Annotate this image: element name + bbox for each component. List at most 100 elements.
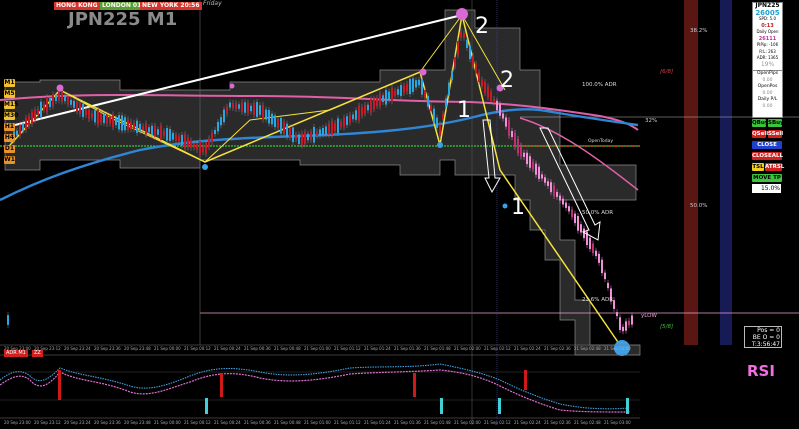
candle [181, 134, 183, 146]
candle [538, 166, 540, 179]
candle [358, 105, 360, 121]
candle [316, 131, 318, 136]
candle [622, 326, 624, 332]
candle [19, 124, 21, 136]
candle [160, 125, 162, 141]
candle [73, 100, 75, 108]
candle [307, 133, 309, 141]
time-axis-label: 20 Sep 23:36 [94, 346, 121, 351]
candle [625, 321, 627, 331]
candle [391, 87, 393, 102]
time-axis-label: 20 Sep 23:00 [4, 346, 31, 351]
candle [31, 111, 33, 125]
swing-low-marker-small-3 [502, 203, 508, 209]
candle [229, 102, 231, 108]
time-axis-label: 21 Sep 01:24 [364, 346, 391, 351]
candle [346, 116, 348, 126]
tf-h1[interactable]: H1 [4, 123, 15, 131]
candle [436, 117, 438, 128]
lot-size-field[interactable]: 15.0% [752, 184, 781, 193]
candle [406, 83, 408, 92]
tf-d1[interactable]: D1 [4, 145, 15, 153]
candle [322, 127, 324, 135]
candle [433, 108, 435, 123]
atrsl-button[interactable]: ATRSL [765, 163, 784, 171]
time-axis-label: 20 Sep 23:48 [124, 420, 151, 425]
candle [193, 142, 195, 148]
candle [256, 102, 258, 117]
candle [61, 91, 63, 102]
candle [211, 132, 213, 143]
sbuy-button[interactable]: SBuy [768, 119, 784, 127]
time-axis-label: 21 Sep 00:48 [274, 346, 301, 351]
candle [424, 89, 426, 99]
candle [628, 320, 630, 326]
candle [397, 89, 399, 95]
candle [460, 31, 462, 39]
swing-high-marker-small [419, 68, 427, 76]
move-tp-button[interactable]: MOVE TP [752, 174, 782, 182]
candle [439, 124, 441, 136]
tf-m5[interactable]: M5 [4, 90, 15, 98]
candle [118, 115, 120, 130]
candle [328, 123, 330, 135]
candle [289, 127, 291, 138]
tf-m30[interactable]: M30 [4, 112, 18, 120]
candle [370, 98, 372, 113]
tf-w1[interactable]: W1 [4, 156, 15, 164]
candle [361, 106, 363, 116]
candle [469, 45, 471, 60]
tf-m15[interactable]: M15 [4, 101, 18, 109]
candle [169, 129, 171, 141]
candle [343, 117, 345, 128]
tf-m1[interactable]: M1 [4, 79, 15, 87]
candle [262, 104, 264, 120]
support-zone [720, 0, 732, 345]
qbuy-button[interactable]: QBuy [752, 119, 768, 127]
price-chart [0, 0, 799, 425]
candle [559, 195, 561, 201]
candle [523, 152, 525, 157]
candle [265, 109, 267, 120]
candle [616, 312, 618, 317]
closeall-button[interactable]: CLOSEALL [752, 152, 783, 160]
time-axis-label: 21 Sep 02:36 [544, 420, 571, 425]
wave-label-1b: 1 [511, 195, 525, 220]
time-axis-label: 21 Sep 00:36 [244, 420, 271, 425]
candle [37, 108, 39, 116]
swing-high-marker-small-3 [56, 84, 64, 92]
candle [430, 105, 432, 112]
time-axis-label: 21 Sep 01:24 [364, 420, 391, 425]
adr-50-label: 50.0% ADR [582, 210, 614, 216]
tf-h4[interactable]: H4 [4, 134, 15, 142]
time-axis-label: 21 Sep 00:12 [184, 346, 211, 351]
murrey-68-label: [6/8] [660, 69, 674, 75]
candle [208, 138, 210, 148]
candle [352, 114, 354, 120]
tsl-button[interactable]: TSL [752, 163, 764, 171]
candle [379, 93, 381, 107]
candle [52, 94, 54, 107]
swing-high-marker-small-4 [229, 83, 235, 89]
candle [403, 85, 405, 93]
close-button[interactable]: CLOSE [752, 141, 782, 149]
time-axis-label: 21 Sep 00:00 [154, 346, 181, 351]
candle [142, 126, 144, 131]
level-32-label: 32% [645, 118, 658, 124]
qsell-button[interactable]: QSell [752, 130, 768, 138]
time-axis-label: 21 Sep 02:12 [484, 346, 511, 351]
time-axis-label: 21 Sep 01:36 [394, 346, 421, 351]
candle [46, 97, 48, 113]
candle [445, 98, 447, 107]
candle [592, 243, 594, 254]
time-axis-label: 21 Sep 02:00 [454, 346, 481, 351]
ssell-button[interactable]: SSell [768, 130, 783, 138]
time-axis-label: 21 Sep 01:36 [394, 420, 421, 425]
breakeven: BE O = 0 [752, 334, 780, 341]
candle [58, 91, 60, 101]
candle [253, 103, 255, 115]
candle [613, 300, 615, 309]
candle [502, 113, 504, 119]
candle [496, 100, 498, 111]
candle [85, 109, 87, 116]
